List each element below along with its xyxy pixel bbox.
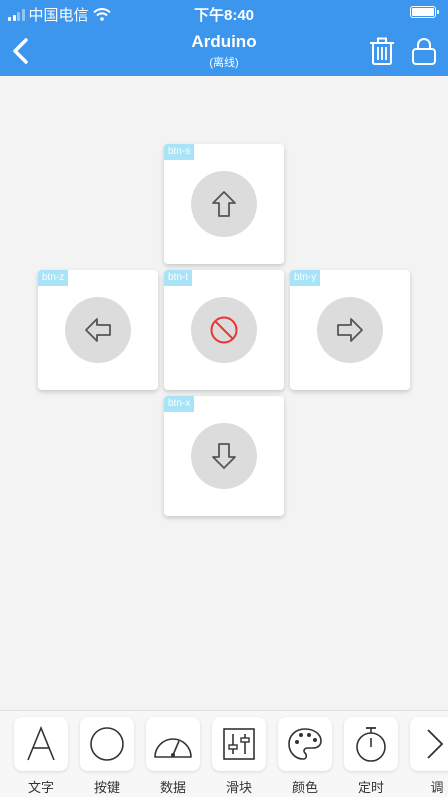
tool-label: 文字 (27, 780, 54, 795)
tool-timer-box[interactable] (344, 717, 398, 771)
tool-text-box[interactable] (14, 717, 68, 771)
knob-up[interactable] (191, 171, 257, 237)
knob-down[interactable] (191, 423, 257, 489)
widget-tag: btn-t (164, 270, 193, 286)
knob-left[interactable] (65, 297, 131, 363)
widget-toolbar: 文字 按键 数据 滑块 颜色 定时 调 (0, 710, 448, 797)
trash-icon[interactable] (368, 36, 396, 66)
tool-timer[interactable]: 定时 (344, 717, 398, 796)
tool-label: 数据 (159, 780, 186, 795)
stop-icon (210, 316, 238, 344)
tool-label: 颜色 (291, 780, 318, 795)
battery-icon (410, 6, 439, 18)
tool-data-box[interactable] (146, 717, 200, 771)
tool-data[interactable]: 数据 (146, 717, 200, 796)
tool-color-box[interactable] (278, 717, 332, 771)
knob-stop[interactable] (191, 297, 257, 363)
arrow-down-icon (212, 443, 236, 469)
chevron-right-icon (427, 729, 444, 759)
lock-icon[interactable] (410, 36, 438, 66)
widget-tag: btn-z (38, 270, 69, 286)
tool-more[interactable]: 调 (410, 717, 448, 796)
widget-tag: btn-y (290, 270, 321, 286)
tool-button-box[interactable] (80, 717, 134, 771)
button-widget-down[interactable]: btn-x (164, 396, 284, 516)
stopwatch-icon (356, 727, 386, 762)
button-widget-right[interactable]: btn-y (290, 270, 410, 390)
button-widget-up[interactable]: btn-s (164, 144, 284, 264)
tool-slider[interactable]: 滑块 (212, 717, 266, 796)
status-time: 下午8:40 (193, 7, 255, 24)
gauge-icon (154, 738, 192, 758)
tool-label: 滑块 (225, 780, 252, 795)
tool-color[interactable]: 颜色 (278, 717, 332, 796)
tool-button[interactable]: 按键 (80, 717, 134, 796)
arrow-left-icon (85, 318, 111, 342)
arrow-up-icon (212, 191, 236, 217)
widget-tag: btn-s (164, 144, 195, 160)
widget-tag: btn-x (164, 396, 195, 412)
knob-right[interactable] (317, 297, 383, 363)
button-widget-stop[interactable]: btn-t (164, 270, 284, 390)
status-bar: 中国电信 下午8:40 (0, 0, 448, 26)
text-icon (27, 725, 55, 761)
nav-bar: Arduino (离线) (0, 26, 448, 76)
tool-more-box[interactable] (410, 717, 448, 771)
circle-button-icon (90, 727, 124, 761)
tool-slider-box[interactable] (212, 717, 266, 771)
tool-label: 调 (430, 780, 444, 795)
palette-icon (288, 728, 322, 760)
arrow-right-icon (337, 318, 363, 342)
tool-label: 定时 (357, 780, 384, 795)
slider-icon (223, 728, 255, 760)
widget-canvas: btn-s btn-z btn-t btn-y btn-x (0, 76, 448, 710)
button-widget-left[interactable]: btn-z (38, 270, 158, 390)
tool-label: 按键 (93, 780, 120, 795)
tool-text[interactable]: 文字 (14, 717, 68, 796)
